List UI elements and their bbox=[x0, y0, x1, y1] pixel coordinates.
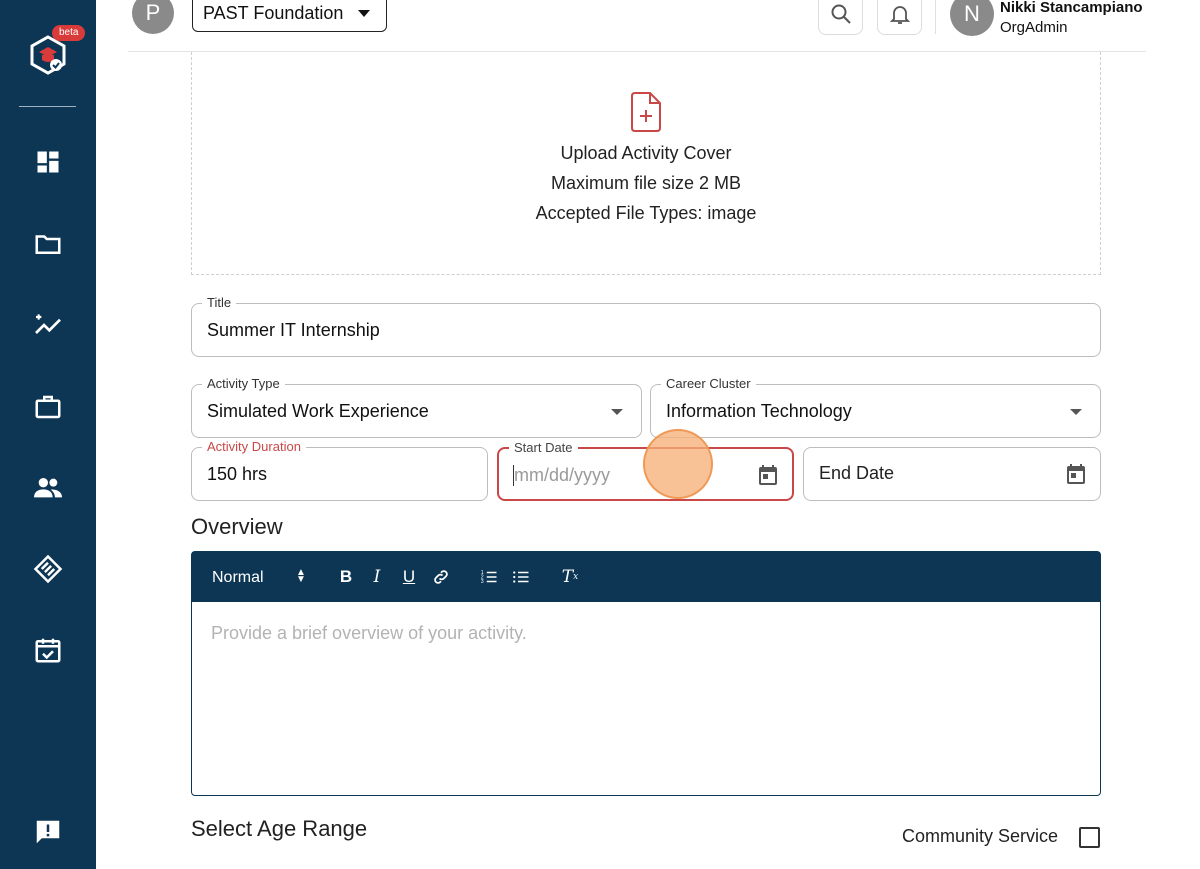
user-role: OrgAdmin bbox=[1000, 19, 1068, 36]
people-icon[interactable] bbox=[32, 472, 64, 504]
community-service-label: Community Service bbox=[902, 826, 1059, 846]
activity-duration-field[interactable]: Activity Duration 150 hrs bbox=[191, 439, 488, 501]
file-add-icon bbox=[631, 92, 661, 132]
updown-icon: ▲ ▼ bbox=[296, 567, 306, 585]
end-date-field[interactable]: End Date bbox=[803, 447, 1101, 501]
bold-button[interactable]: B bbox=[335, 566, 357, 588]
bullet-list-button[interactable] bbox=[510, 566, 532, 588]
click-indicator bbox=[643, 429, 713, 499]
analytics-icon[interactable] bbox=[32, 309, 64, 341]
upload-accepted-types: Accepted File Types: image bbox=[535, 203, 757, 223]
overview-editor[interactable]: Normal ▲ ▼ B I U 123 Tx Provide a brief o… bbox=[191, 551, 1101, 796]
handshake-icon[interactable] bbox=[32, 553, 64, 585]
briefcase-icon[interactable] bbox=[32, 391, 64, 423]
dashboard-icon[interactable] bbox=[32, 146, 64, 178]
header-separator bbox=[935, 0, 936, 34]
link-button[interactable] bbox=[430, 566, 452, 588]
activity-type-label: Activity Type bbox=[202, 376, 285, 392]
career-cluster-value: Information Technology bbox=[666, 401, 852, 421]
org-select-value: PAST Foundation bbox=[203, 2, 344, 23]
activity-duration-label: Activity Duration bbox=[202, 439, 306, 455]
calendar-icon[interactable] bbox=[756, 463, 780, 487]
beta-badge: beta bbox=[52, 25, 86, 41]
caret-down-icon bbox=[358, 10, 370, 17]
caret-down-icon bbox=[611, 409, 623, 415]
career-cluster-label: Career Cluster bbox=[661, 376, 756, 392]
italic-button[interactable]: I bbox=[366, 566, 388, 588]
calendar-check-icon[interactable] bbox=[32, 634, 64, 666]
caret-down-icon bbox=[1070, 409, 1082, 415]
editor-toolbar: Normal ▲ ▼ B I U 123 Tx bbox=[192, 552, 1100, 602]
title-value[interactable]: Summer IT Internship bbox=[207, 320, 380, 341]
bell-icon bbox=[889, 5, 910, 24]
activity-type-value: Simulated Work Experience bbox=[207, 401, 429, 421]
overview-title: Overview bbox=[191, 514, 283, 539]
svg-text:3: 3 bbox=[481, 579, 484, 585]
user-name: Nikki Stancampiano bbox=[1000, 0, 1143, 16]
org-select[interactable]: PAST Foundation bbox=[192, 0, 387, 32]
bullet-list-icon bbox=[513, 571, 529, 583]
ordered-list-button[interactable]: 123 bbox=[478, 566, 500, 588]
org-avatar[interactable]: P bbox=[132, 0, 174, 34]
feedback-icon[interactable] bbox=[32, 816, 64, 848]
ordered-list-icon: 123 bbox=[481, 570, 497, 585]
format-select[interactable]: Normal bbox=[212, 569, 264, 587]
notifications-button[interactable] bbox=[877, 0, 922, 35]
start-date-placeholder[interactable]: mm/dd/yyyy bbox=[514, 465, 610, 486]
career-cluster-select[interactable]: Career Cluster Information Technology bbox=[650, 376, 1101, 438]
upload-title: Upload Activity Cover bbox=[560, 143, 732, 163]
search-button[interactable] bbox=[818, 0, 863, 35]
folder-icon[interactable] bbox=[32, 228, 64, 260]
activity-duration-value[interactable]: 150 hrs bbox=[207, 464, 267, 485]
link-icon bbox=[434, 570, 448, 584]
overview-placeholder[interactable]: Provide a brief overview of your activit… bbox=[211, 623, 527, 644]
title-field[interactable]: Title Summer IT Internship bbox=[191, 295, 1101, 357]
end-date-placeholder[interactable]: End Date bbox=[819, 463, 894, 484]
activity-type-select[interactable]: Activity Type Simulated Work Experience bbox=[191, 376, 642, 438]
community-service-checkbox[interactable] bbox=[1079, 827, 1100, 848]
user-avatar[interactable]: N bbox=[950, 0, 994, 36]
upload-activity-cover[interactable]: Upload Activity Cover Maximum file size … bbox=[191, 52, 1101, 275]
upload-max-size: Maximum file size 2 MB bbox=[550, 173, 742, 193]
calendar-icon[interactable] bbox=[1064, 462, 1088, 486]
search-icon bbox=[831, 4, 851, 24]
top-header: P PAST Foundation N Nikki Stancampiano O… bbox=[128, 0, 1146, 52]
clear-format-button[interactable]: Tx bbox=[559, 566, 581, 588]
sidebar-divider bbox=[19, 106, 76, 107]
title-label: Title bbox=[202, 295, 237, 311]
age-range-title: Select Age Range bbox=[191, 816, 368, 841]
underline-button[interactable]: U bbox=[398, 566, 420, 588]
start-date-label: Start Date bbox=[509, 440, 578, 456]
sidebar: beta bbox=[0, 0, 96, 869]
